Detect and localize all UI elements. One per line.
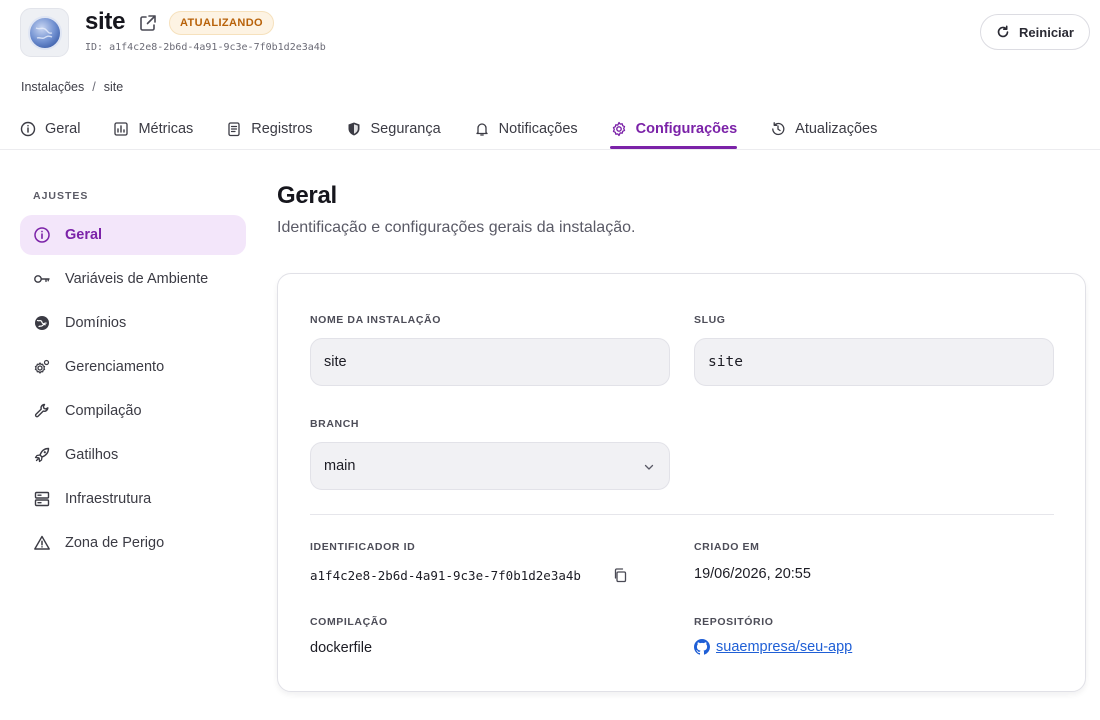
sidebar-item-label: Compilação — [65, 403, 142, 419]
github-icon — [694, 639, 710, 655]
breadcrumb-item-installations[interactable]: Instalações — [21, 80, 84, 94]
tab-label: Métricas — [138, 120, 194, 137]
tab-configuracoes[interactable]: Configurações — [609, 110, 738, 149]
tab-label: Notificações — [498, 120, 578, 137]
globe-icon — [35, 316, 49, 330]
card-divider — [310, 514, 1054, 515]
tab-label: Segurança — [370, 120, 441, 137]
globe-logo-icon — [27, 15, 62, 50]
rocket-icon — [34, 447, 50, 463]
repo-label: REPOSITÓRIO — [694, 616, 774, 628]
breadcrumb: Instalações / site — [21, 80, 123, 94]
app-title: site — [85, 8, 126, 35]
server-icon — [34, 491, 50, 507]
tab-label: Geral — [45, 120, 81, 137]
sidebar-item-label: Variáveis de Ambiente — [65, 271, 209, 287]
section-subtitle: Identificação e configurações gerais da … — [277, 219, 636, 236]
cogs-icon — [34, 359, 50, 374]
created-value: 19/06/2026, 20:55 — [694, 566, 811, 582]
sidebar-item-label: Gerenciamento — [65, 359, 165, 375]
sidebar-heading: AJUSTES — [33, 190, 89, 202]
sidebar-item-label: Infraestrutura — [65, 491, 152, 507]
installation-name-value: site — [324, 354, 347, 370]
sidebar-item-zona-perigo[interactable]: Zona de Perigo — [20, 523, 246, 563]
name-label: NOME DA INSTALAÇÃO — [310, 314, 441, 326]
external-link-icon[interactable] — [139, 14, 157, 32]
slug-input[interactable]: site — [694, 338, 1054, 386]
page-header: site ATUALIZANDO ID: a1f4c2e8-2b6d-4a91-… — [0, 0, 1100, 150]
sidebar-item-label: Zona de Perigo — [65, 535, 165, 551]
identifier-value: a1f4c2e8-2b6d-4a91-9c3e-7f0b1d2e3a4b — [310, 568, 581, 583]
sidebar-item-compilacao[interactable]: Compilação — [20, 391, 246, 431]
branch-select[interactable]: main — [310, 442, 670, 490]
breadcrumb-separator: / — [92, 80, 96, 94]
tab-label: Registros — [251, 120, 313, 137]
repository-link[interactable]: suaempresa/seu-app — [694, 639, 852, 655]
slug-value: site — [708, 354, 743, 370]
gear-icon — [612, 121, 625, 136]
tab-label: Configurações — [635, 120, 738, 137]
shield-icon — [348, 122, 360, 135]
sidebar-item-gatilhos[interactable]: Gatilhos — [20, 435, 246, 475]
build-value: dockerfile — [310, 640, 373, 656]
chart-icon — [114, 121, 129, 136]
sidebar-item-geral[interactable]: Geral — [20, 215, 246, 255]
sidebar-item-infraestrutura[interactable]: Infraestrutura — [20, 479, 246, 519]
info-icon — [20, 121, 36, 136]
sidebar-item-variaveis[interactable]: Variáveis de Ambiente — [20, 259, 246, 299]
tab-geral[interactable]: Geral — [20, 110, 80, 147]
app-id: ID: a1f4c2e8-2b6d-4a91-9c3e-7f0b1d2e3a4b — [85, 42, 326, 53]
bell-icon — [476, 122, 488, 136]
chevron-down-icon — [644, 464, 654, 470]
settings-card: NOME DA INSTALAÇÃO site SLUG site BRANCH… — [277, 273, 1086, 692]
slug-label: SLUG — [694, 314, 726, 326]
tab-atualizacoes[interactable]: Atualizações — [770, 110, 877, 147]
created-label: CRIADO EM — [694, 541, 760, 553]
key-icon — [34, 275, 50, 283]
info-icon — [34, 227, 50, 243]
branch-value: main — [324, 458, 356, 474]
tab-registros[interactable]: Registros — [226, 110, 313, 147]
identifier-label: IDENTIFICADOR ID — [310, 541, 416, 553]
branch-label: BRANCH — [310, 418, 360, 430]
app-avatar — [20, 8, 69, 57]
history-icon — [772, 121, 785, 135]
copy-icon[interactable] — [612, 567, 628, 583]
build-label: COMPILAÇÃO — [310, 616, 388, 628]
repository-value: suaempresa/seu-app — [716, 639, 853, 655]
sidebar-item-label: Domínios — [65, 315, 127, 331]
wrench-icon — [34, 403, 49, 418]
settings-sidebar: AJUSTES Geral Variáveis de Ambiente Domí… — [20, 190, 246, 567]
tab-metricas[interactable]: Métricas — [113, 110, 193, 147]
status-badge: ATUALIZANDO — [169, 11, 275, 35]
log-icon — [228, 121, 240, 136]
warning-icon — [34, 535, 50, 550]
sidebar-item-dominios[interactable]: Domínios — [20, 303, 246, 343]
sidebar-item-label: Geral — [65, 227, 103, 243]
restart-label: Reiniciar — [1019, 24, 1074, 40]
sidebar-item-label: Gatilhos — [65, 447, 119, 463]
installation-name-input[interactable]: site — [310, 338, 670, 386]
tab-notificacoes[interactable]: Notificações — [474, 110, 578, 147]
restart-button[interactable]: Reiniciar — [980, 14, 1090, 50]
tab-seguranca[interactable]: Segurança — [346, 110, 441, 147]
section-title: Geral — [277, 182, 337, 209]
breadcrumb-item-current: site — [103, 80, 124, 94]
tab-label: Atualizações — [795, 120, 878, 137]
tab-bar: Geral Métricas Registros Segurança Notif… — [20, 110, 910, 149]
refresh-icon — [997, 25, 1009, 38]
sidebar-item-gerenciamento[interactable]: Gerenciamento — [20, 347, 246, 387]
